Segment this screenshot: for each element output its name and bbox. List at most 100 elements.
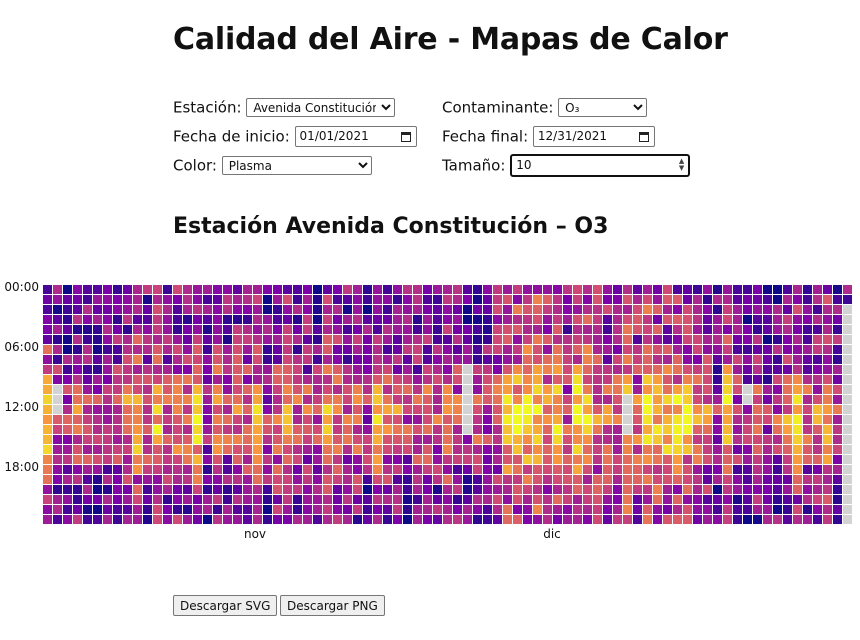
heatmap-cell: [393, 335, 402, 344]
heatmap-cell: [353, 465, 362, 474]
download-svg-button[interactable]: Descargar SVG: [173, 595, 278, 616]
heatmap-cell: [113, 355, 122, 364]
size-input[interactable]: 10 ▲ ▼: [510, 154, 691, 177]
download-png-button[interactable]: Descargar PNG: [280, 595, 385, 616]
heatmap-cell: [593, 435, 602, 444]
heatmap-cell: [683, 485, 692, 494]
heatmap-cell: [653, 295, 662, 304]
heatmap-cell: [263, 475, 272, 484]
heatmap-cell: [333, 425, 342, 434]
heatmap-cell: [823, 315, 832, 324]
heatmap-cell: [493, 445, 502, 454]
heatmap-cell: [233, 425, 242, 434]
heatmap-cell: [283, 355, 292, 364]
heatmap-cell: [343, 445, 352, 454]
heatmap-cell: [773, 435, 782, 444]
heatmap-cell: [63, 485, 72, 494]
heatmap-cell: [573, 485, 582, 494]
heatmap-cell: [223, 395, 232, 404]
heatmap-cell: [663, 435, 672, 444]
heatmap-cell: [43, 325, 52, 334]
heatmap-cell: [243, 335, 252, 344]
heatmap-cell: [523, 495, 532, 504]
heatmap-cell: [583, 315, 592, 324]
heatmap-cell: [573, 335, 582, 344]
heatmap-cell: [393, 325, 402, 334]
heatmap-cell: [593, 315, 602, 324]
heatmap-cell: [813, 345, 822, 354]
heatmap-cell: [523, 505, 532, 514]
heatmap-cell: [683, 445, 692, 454]
heatmap-cell: [73, 475, 82, 484]
heatmap-cell: [673, 315, 682, 324]
heatmap-cell: [313, 285, 322, 294]
heatmap-cell: [163, 415, 172, 424]
heatmap-cell: [183, 365, 192, 374]
heatmap-cell: [473, 505, 482, 514]
station-select[interactable]: Avenida Constitución: [246, 98, 396, 117]
calendar-icon[interactable]: [400, 132, 411, 142]
heatmap-cell: [63, 435, 72, 444]
heatmap-cell: [63, 465, 72, 474]
heatmap-cell: [843, 465, 852, 474]
heatmap-cell: [373, 465, 382, 474]
heatmap-cell: [123, 395, 132, 404]
heatmap-cell: [383, 315, 392, 324]
heatmap-cell: [833, 305, 842, 314]
heatmap-cell: [63, 385, 72, 394]
heatmap-cell: [393, 375, 402, 384]
heatmap-cell: [823, 365, 832, 374]
heatmap-cell: [803, 285, 812, 294]
heatmap-cell: [103, 475, 112, 484]
heatmap-cell: [663, 515, 672, 524]
heatmap-cell: [233, 395, 242, 404]
start-date-input[interactable]: 01/01/2021: [294, 126, 417, 147]
heatmap-cell: [353, 315, 362, 324]
heatmap-cell: [183, 285, 192, 294]
heatmap-cell: [443, 405, 452, 414]
heatmap-cell: [73, 355, 82, 364]
heatmap-cell: [673, 465, 682, 474]
color-select[interactable]: Plasma: [221, 156, 372, 175]
heatmap-cell: [573, 435, 582, 444]
heatmap-cell: [593, 385, 602, 394]
heatmap-cell: [133, 315, 142, 324]
heatmap-cell: [193, 285, 202, 294]
pollutant-select[interactable]: O₃: [558, 98, 648, 117]
heatmap-cell: [393, 495, 402, 504]
spinner-arrows-icon[interactable]: ▲ ▼: [679, 158, 684, 172]
heatmap-cell: [123, 505, 132, 514]
heatmap-cell: [463, 385, 472, 394]
heatmap-cell: [183, 445, 192, 454]
heatmap-cell: [413, 345, 422, 354]
heatmap-cell: [313, 435, 322, 444]
heatmap-cell: [293, 455, 302, 464]
heatmap-cell: [793, 475, 802, 484]
heatmap-cell: [313, 445, 322, 454]
calendar-icon[interactable]: [638, 132, 649, 142]
end-date-input[interactable]: 12/31/2021: [532, 126, 655, 147]
heatmap-cell: [723, 345, 732, 354]
heatmap-cell: [503, 345, 512, 354]
heatmap-cell: [63, 515, 72, 524]
heatmap-cell: [753, 455, 762, 464]
heatmap-cell: [353, 355, 362, 364]
heatmap-cell: [583, 445, 592, 454]
heatmap-cell: [153, 365, 162, 374]
heatmap-cell: [133, 385, 142, 394]
heatmap-cell: [403, 455, 412, 464]
heatmap-cell: [753, 405, 762, 414]
heatmap-cell: [663, 285, 672, 294]
heatmap-cell: [573, 445, 582, 454]
heatmap-cell: [513, 405, 522, 414]
heatmap-cell: [633, 295, 642, 304]
heatmap-cell: [223, 445, 232, 454]
heatmap-cell: [813, 335, 822, 344]
heatmap-cell: [403, 325, 412, 334]
heatmap-cell: [213, 485, 222, 494]
heatmap-cell: [223, 495, 232, 504]
heatmap-cell: [693, 495, 702, 504]
heatmap-cell: [293, 515, 302, 524]
heatmap-cell: [553, 385, 562, 394]
heatmap-cell: [223, 365, 232, 374]
